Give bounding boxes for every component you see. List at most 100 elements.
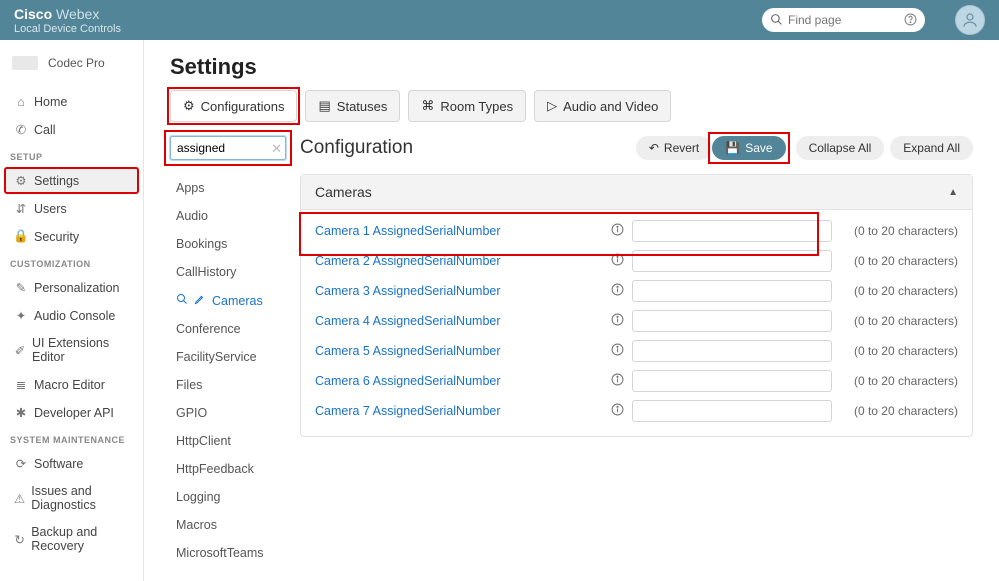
avatar[interactable] (955, 5, 985, 35)
sidebar-item-backup[interactable]: ↻ Backup and Recovery (4, 519, 139, 559)
sidebar-item-label: Settings (34, 174, 79, 188)
config-hint: (0 to 20 characters) (838, 284, 958, 298)
config-link[interactable]: Camera 1 AssignedSerialNumber (315, 224, 602, 238)
settings-icon: ⚙ (14, 173, 28, 188)
revert-button[interactable]: ↶ Revert (636, 136, 712, 160)
close-icon[interactable]: ✕ (271, 141, 282, 157)
backup-icon: ↻ (14, 532, 25, 547)
info-icon[interactable] (608, 253, 626, 269)
config-input[interactable] (632, 280, 832, 302)
brand-subtitle: Local Device Controls (14, 23, 121, 35)
config-input[interactable] (632, 310, 832, 332)
config-row: Camera 4 AssignedSerialNumber (0 to 20 c… (315, 306, 958, 336)
expand-all-button[interactable]: Expand All (890, 136, 973, 160)
revert-icon: ↶ (649, 141, 659, 155)
config-input[interactable] (632, 370, 832, 392)
filter-item-apps[interactable]: Apps (170, 174, 286, 202)
sidebar-item-users[interactable]: ⇵Users (4, 195, 139, 222)
filter-item-audio[interactable]: Audio (170, 202, 286, 230)
config-row: Camera 2 AssignedSerialNumber (0 to 20 c… (315, 246, 958, 276)
tab-audio-video[interactable]: ▷Audio and Video (534, 90, 671, 122)
sidebar-item-home[interactable]: ⌂ Home (4, 89, 139, 115)
collapse-all-button[interactable]: Collapse All (796, 136, 885, 160)
sidebar-item-audio-console[interactable]: ✦ Audio Console (4, 302, 139, 329)
sidebar-item-label: Audio Console (34, 309, 115, 323)
tab-statuses[interactable]: ▤Statuses (305, 90, 400, 122)
filter-item-httpfeedback[interactable]: HttpFeedback (170, 455, 286, 483)
statuses-icon: ▤ (318, 98, 330, 114)
tab-configurations[interactable]: ⚙Configurations (170, 90, 297, 122)
filter-item-files[interactable]: Files (170, 371, 286, 399)
config-panel: Configuration ↶ Revert 💾 Save Collapse A… (300, 136, 973, 567)
config-link[interactable]: Camera 5 AssignedSerialNumber (315, 344, 602, 358)
sidebar-item-api[interactable]: ✱Developer API (4, 399, 139, 426)
sidebar-item-issues[interactable]: ⚠Issues and Diagnostics (4, 478, 139, 518)
info-icon[interactable] (608, 313, 626, 329)
config-link[interactable]: Camera 3 AssignedSerialNumber (315, 284, 602, 298)
config-input[interactable] (632, 250, 832, 272)
brand-name1: Cisco (14, 6, 52, 22)
page-title: Settings (170, 54, 973, 80)
users-icon: ⇵ (14, 201, 28, 216)
sidebar-item-label: Call (34, 123, 56, 137)
filter-input[interactable] (170, 136, 286, 160)
issues-icon: ⚠ (14, 491, 25, 506)
sidebar-item-label: Macro Editor (34, 378, 105, 392)
home-icon: ⌂ (14, 95, 28, 109)
sidebar-item-call[interactable]: ✆ Call (4, 116, 139, 143)
tab-room-types[interactable]: ⌘ Room Types (408, 90, 526, 122)
call-icon: ✆ (14, 122, 28, 137)
info-icon[interactable] (608, 373, 626, 389)
sidebar-item-settings[interactable]: ⚙ Settings (4, 167, 139, 194)
tab-label: Room Types (440, 99, 513, 114)
config-hint: (0 to 20 characters) (838, 344, 958, 358)
tab-label: Audio and Video (563, 99, 658, 114)
sidebar-item-security[interactable]: 🔒Security (4, 223, 139, 250)
info-icon[interactable] (608, 223, 626, 239)
filter-search: ✕ (170, 136, 286, 160)
config-link[interactable]: Camera 7 AssignedSerialNumber (315, 404, 602, 418)
sidebar-item-macro[interactable]: ≣Macro Editor (4, 371, 139, 398)
tabs: ⚙Configurations▤Statuses ⌘ Room Types ▷Audi… (170, 90, 973, 122)
info-icon[interactable] (608, 283, 626, 299)
save-button[interactable]: 💾 Save (712, 136, 785, 160)
sidebar-item-label: Home (34, 95, 67, 109)
filter-item-bookings[interactable]: Bookings (170, 230, 286, 258)
config-link[interactable]: Camera 2 AssignedSerialNumber (315, 254, 602, 268)
audio-console-icon: ✦ (14, 308, 28, 323)
filter-item-gpio[interactable]: GPIO (170, 399, 286, 427)
filter-item-microsoftteams[interactable]: MicrosoftTeams (170, 539, 286, 567)
config-row: Camera 7 AssignedSerialNumber (0 to 20 c… (315, 396, 958, 426)
config-input[interactable] (632, 220, 832, 242)
config-link[interactable]: Camera 4 AssignedSerialNumber (315, 314, 602, 328)
sidebar-item-software[interactable]: ⟳Software (4, 450, 139, 477)
info-icon[interactable] (608, 403, 626, 419)
config-hint: (0 to 20 characters) (838, 404, 958, 418)
config-link[interactable]: Camera 6 AssignedSerialNumber (315, 374, 602, 388)
config-input[interactable] (632, 400, 832, 422)
room-types-icon: ⌘ (421, 98, 434, 114)
filter-item-macros[interactable]: Macros (170, 511, 286, 539)
search-icon (176, 293, 188, 308)
help-icon[interactable] (904, 13, 917, 29)
filter-item-callhistory[interactable]: CallHistory (170, 258, 286, 286)
info-icon[interactable] (608, 343, 626, 359)
device-row: Codec Pro (0, 46, 143, 88)
cameras-accordion: Cameras ▲ Camera 1 AssignedSerialNumber … (300, 174, 973, 437)
edit-icon (194, 293, 206, 308)
config-input[interactable] (632, 340, 832, 362)
filter-item-logging[interactable]: Logging (170, 483, 286, 511)
filter-item-facilityservice[interactable]: FacilityService (170, 343, 286, 371)
topbar: Cisco Webex Local Device Controls (0, 0, 999, 40)
search-input[interactable] (762, 8, 925, 32)
filter-item-cameras[interactable]: Cameras (170, 286, 286, 315)
accordion-header[interactable]: Cameras ▲ (301, 175, 972, 210)
sidebar-item-label: Backup and Recovery (31, 525, 129, 553)
configurations-icon: ⚙ (183, 98, 195, 114)
filter-item-httpclient[interactable]: HttpClient (170, 427, 286, 455)
sidebar-item-personalization[interactable]: ✎Personalization (4, 274, 139, 301)
nav-section-header: CUSTOMIZATION (0, 251, 143, 273)
sidebar-item-ui-ext[interactable]: ✐UI Extensions Editor (4, 330, 139, 370)
save-icon: 💾 (725, 141, 740, 155)
filter-item-conference[interactable]: Conference (170, 315, 286, 343)
